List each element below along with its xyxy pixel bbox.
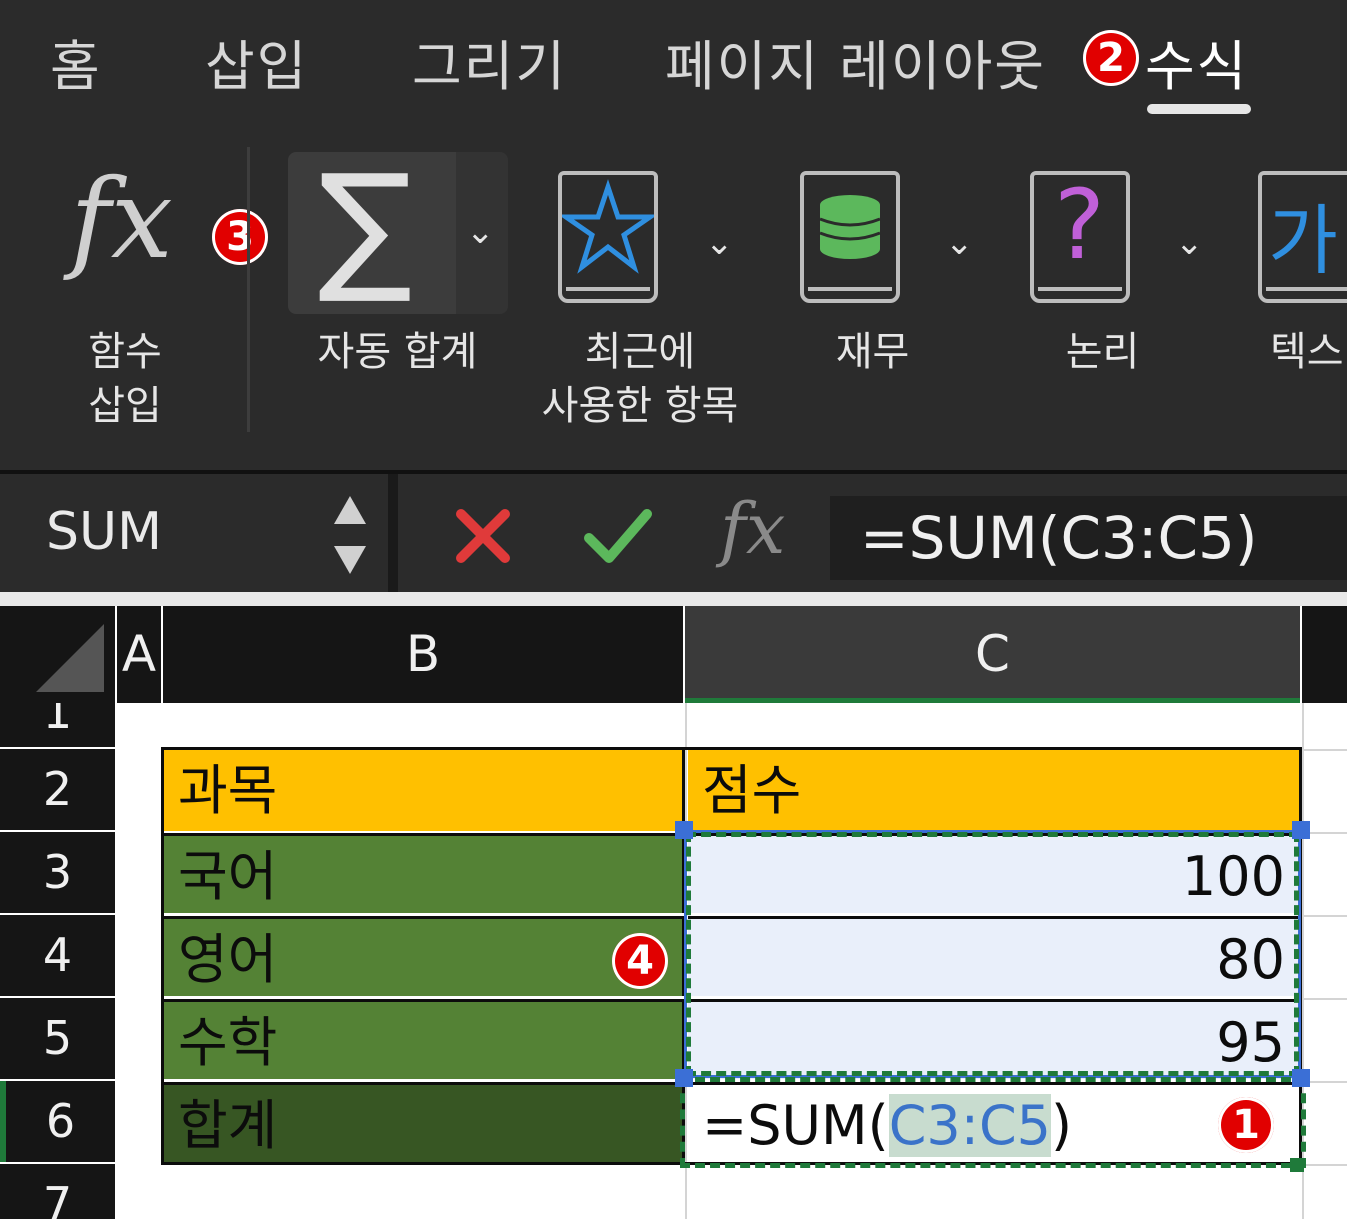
- range-marquee: [686, 832, 1299, 1076]
- updown-arrows-icon[interactable]: [330, 490, 370, 580]
- cell-b4[interactable]: 영어: [164, 916, 685, 996]
- worksheet: A B C 1 2 3 4 5 6 7 과목 점수 국어 100 영어 80 수…: [0, 606, 1347, 1219]
- confirm-check-icon[interactable]: [583, 506, 653, 566]
- insert-function-label: 함수 삽입: [88, 329, 162, 429]
- row-header-5[interactable]: 5: [0, 998, 115, 1079]
- sheet-separator: [0, 592, 1347, 606]
- cell-b5[interactable]: 수학: [164, 999, 685, 1079]
- formula-text: =SUM(C3:C5): [860, 504, 1258, 572]
- question-mark-icon: ?: [1054, 169, 1105, 281]
- select-all-corner[interactable]: [0, 606, 115, 703]
- star-icon: [562, 179, 654, 274]
- row-header-2[interactable]: 2: [0, 749, 115, 830]
- logical-label: 논리: [1065, 329, 1140, 375]
- text-ga-icon: 가: [1268, 196, 1338, 285]
- range-handle-top-right[interactable]: [1292, 821, 1310, 839]
- book-icon: [558, 171, 658, 303]
- cell-c2[interactable]: 점수: [688, 750, 1299, 831]
- row-header-4[interactable]: 4: [0, 915, 115, 996]
- ribbon-separator: [247, 147, 250, 432]
- fill-handle[interactable]: [1290, 1158, 1304, 1172]
- step-badge-1: 1: [1218, 1097, 1274, 1153]
- step-badge-3: 3: [212, 209, 268, 265]
- active-tab-indicator: [1147, 104, 1251, 114]
- row-header-1[interactable]: 1: [0, 703, 115, 747]
- logical-button[interactable]: ? ⌄ 논리: [1020, 165, 1210, 385]
- recently-used-label: 최근에 사용한 항목: [541, 329, 739, 429]
- book-icon: ?: [1030, 169, 1130, 303]
- fx-icon[interactable]: fx: [720, 488, 785, 570]
- gridline: [1302, 749, 1347, 751]
- text-functions-label: 텍스: [1270, 329, 1344, 375]
- chevron-down-icon[interactable]: ⌄: [1175, 223, 1204, 263]
- select-all-triangle-icon: [36, 624, 104, 692]
- gridline: [1302, 915, 1347, 917]
- gridline: [1302, 998, 1347, 1000]
- database-icon: [819, 195, 881, 259]
- ribbon-tab-bar: 홈 삽입 그리기 페이지 레이아웃 2 수식: [0, 0, 1347, 125]
- name-box-value: SUM: [46, 502, 162, 562]
- book-icon: [800, 171, 900, 303]
- range-handle-bottom-left[interactable]: [675, 1069, 693, 1087]
- autosum-dropdown[interactable]: ⌄: [456, 152, 508, 314]
- column-header-d[interactable]: [1302, 606, 1347, 703]
- step-badge-2: 2: [1083, 30, 1139, 86]
- chevron-down-icon: ⌄: [466, 212, 495, 252]
- autosum-label: 자동 합계: [317, 329, 478, 375]
- chevron-down-icon[interactable]: ⌄: [705, 223, 734, 263]
- chevron-down-icon[interactable]: ⌄: [945, 223, 974, 263]
- book-icon: 가: [1258, 171, 1347, 303]
- cell-b3[interactable]: 국어: [164, 833, 685, 913]
- cancel-x-icon[interactable]: [453, 506, 513, 566]
- row-header-7[interactable]: 7: [0, 1164, 115, 1219]
- insert-function-button[interactable]: fx 함수 삽입: [40, 145, 210, 445]
- cell-b2[interactable]: 과목: [164, 750, 685, 831]
- tab-insert[interactable]: 삽입: [205, 22, 308, 101]
- tab-draw[interactable]: 그리기: [412, 22, 567, 101]
- column-header-a[interactable]: A: [117, 606, 161, 703]
- tab-page-layout[interactable]: 페이지 레이아웃: [665, 22, 1046, 101]
- autosum-button[interactable]: ∑: [288, 152, 456, 314]
- formula-bar: SUM fx =SUM(C3:C5): [0, 470, 1347, 596]
- financial-label: 재무: [835, 329, 910, 375]
- financial-button[interactable]: ⌄ 재무: [790, 165, 980, 385]
- row-header-6[interactable]: 6: [0, 1081, 115, 1162]
- range-handle-top-left[interactable]: [675, 821, 693, 839]
- ribbon-formulas: fx 함수 삽입 3 ∑ ⌄ 자동 합계 ⌄ 최근에 사용한 항목 ⌄ 재무 ?…: [0, 125, 1347, 470]
- cell-b6[interactable]: 합계: [164, 1082, 685, 1162]
- fx-icon: fx: [70, 155, 173, 283]
- column-header-b[interactable]: B: [163, 606, 683, 703]
- active-cell-border: [680, 1077, 1306, 1168]
- row-header-3[interactable]: 3: [0, 832, 115, 913]
- tab-formulas[interactable]: 수식: [1145, 22, 1248, 101]
- recently-used-button[interactable]: ⌄ 최근에 사용한 항목: [520, 165, 760, 435]
- tab-home[interactable]: 홈: [50, 22, 102, 101]
- sigma-icon: ∑: [318, 145, 413, 308]
- step-badge-4: 4: [612, 933, 668, 989]
- gridline: [1302, 1164, 1347, 1166]
- name-box[interactable]: SUM: [0, 474, 388, 592]
- range-handle-bottom-right[interactable]: [1292, 1069, 1310, 1087]
- column-header-c[interactable]: C: [685, 606, 1300, 703]
- text-functions-button[interactable]: 가 텍스: [1250, 165, 1347, 385]
